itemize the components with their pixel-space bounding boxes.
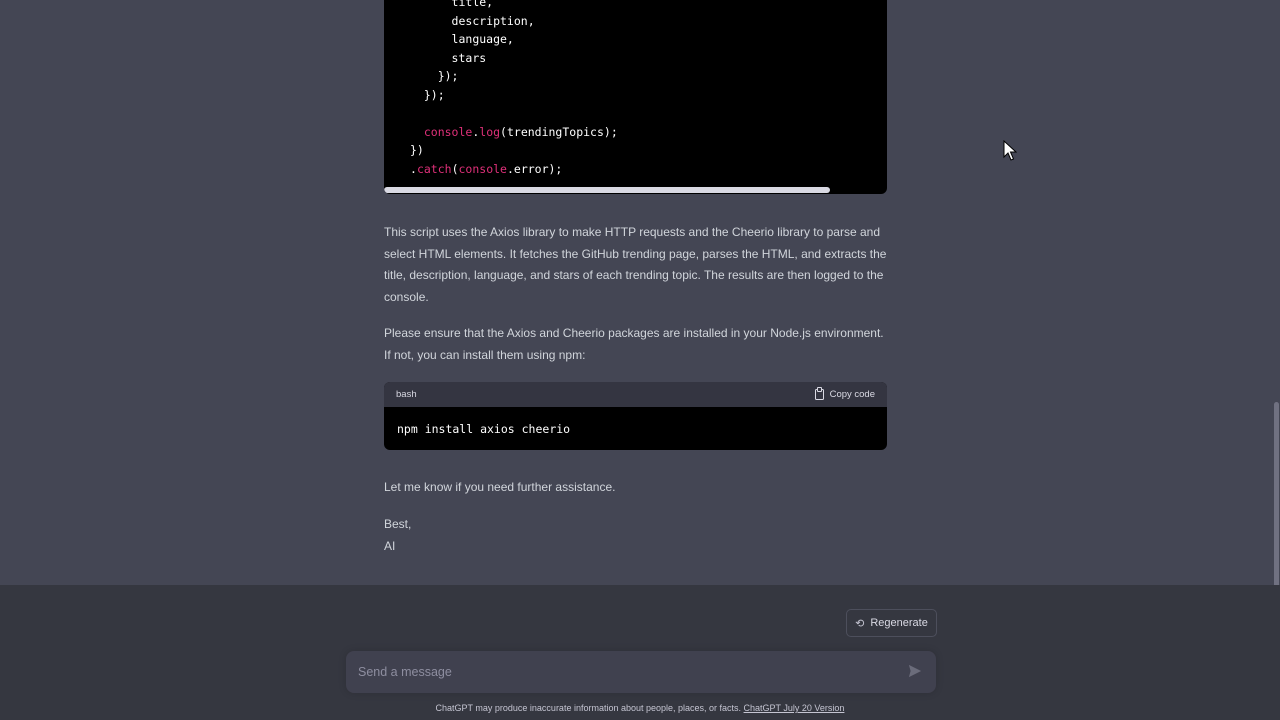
response-paragraph-2: Please ensure that the Axios and Cheerio… — [384, 326, 884, 362]
code-token: }); — [437, 69, 459, 83]
code-token: (trendingTopics); — [500, 124, 618, 139]
signature-best: Best, — [384, 517, 412, 531]
code-token: }); — [423, 87, 445, 102]
code-horizontal-scrollbar[interactable] — [384, 187, 830, 193]
refresh-icon: ⟲ — [855, 617, 865, 630]
code-token: console — [458, 161, 507, 176]
mouse-cursor-icon — [1003, 140, 1017, 161]
clipboard-icon — [814, 387, 824, 400]
code-language-label: bash — [396, 389, 417, 400]
code-token: ( — [451, 161, 459, 176]
code-line: title, — [410, 0, 494, 11]
version-link[interactable]: ChatGPT July 20 Version — [744, 703, 845, 713]
code-block: title, description, language, stars }); … — [384, 0, 887, 194]
code-token: title, — [451, 0, 494, 9]
code-token: description, — [451, 13, 535, 28]
regenerate-label: Regenerate — [870, 617, 928, 629]
code-token: }) — [410, 143, 424, 157]
signature-name: AI — [384, 539, 396, 553]
code-line: stars — [410, 49, 487, 67]
message-composer — [346, 651, 936, 693]
response-paragraph-3: Let me know if you need further assistan… — [384, 480, 616, 494]
regenerate-button[interactable]: ⟲ Regenerate — [846, 609, 937, 637]
footer-disclaimer: ChatGPT may produce inaccurate informati… — [0, 703, 1280, 713]
code-token: console — [423, 124, 473, 139]
code-token: language, — [451, 32, 514, 46]
send-icon[interactable] — [908, 664, 922, 678]
code-token: log — [479, 124, 501, 139]
code-token: . — [410, 161, 417, 176]
code-token: stars — [451, 50, 487, 65]
code-line: console.log(trendingTopics); — [410, 123, 618, 141]
code-line: }); — [410, 86, 445, 104]
copy-code-label: Copy code — [829, 389, 875, 400]
bash-code-text: npm install axios cheerio — [397, 422, 571, 436]
message-input[interactable] — [358, 651, 888, 693]
code-token: .error); — [506, 161, 563, 176]
code-line: .catch(console.error); — [410, 160, 562, 178]
code-line: description, — [410, 12, 535, 30]
copy-code-button[interactable]: Copy code — [814, 387, 875, 400]
bash-code-block: bash Copy code npm install axios cheerio — [384, 382, 887, 450]
code-line: }); — [410, 67, 459, 85]
code-line: }) — [410, 141, 424, 159]
code-line: language, — [410, 30, 514, 48]
response-paragraph-1: This script uses the Axios library to ma… — [384, 225, 887, 304]
code-block-header: bash Copy code — [384, 382, 887, 407]
code-token: catch — [416, 161, 452, 176]
footer-text: ChatGPT may produce inaccurate informati… — [435, 703, 744, 713]
